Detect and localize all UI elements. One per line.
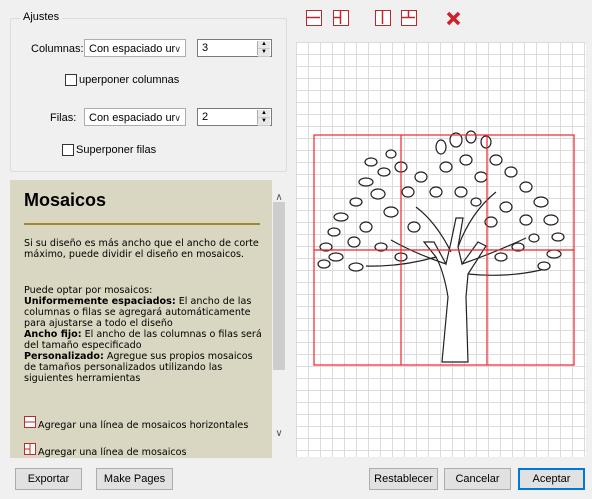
tree-trunk <box>422 217 487 363</box>
help-scrollbar[interactable]: ∧ ∨ <box>272 180 286 458</box>
rows-mode-value: Con espaciado ur <box>89 112 176 124</box>
help-custom: Personalizado: Agregue sus propios mosai… <box>24 351 264 384</box>
horizontal-split-custom-icon[interactable] <box>333 10 349 26</box>
design-canvas[interactable] <box>296 42 586 457</box>
chevron-down-icon: ∨ <box>174 113 181 123</box>
make-pages-button[interactable]: Make Pages <box>96 468 173 490</box>
stepper-up-icon[interactable]: ▲ <box>258 110 270 118</box>
stepper-down-icon[interactable]: ▼ <box>258 49 270 57</box>
rows-mode-select[interactable]: Con espaciado ur ∨ <box>84 108 186 126</box>
columns-mode-value: Con espaciado ur <box>89 43 176 55</box>
delete-tile-icon[interactable] <box>445 10 462 27</box>
help-custom-label: Personalizado: <box>24 351 104 362</box>
stepper-up-icon[interactable]: ▲ <box>258 41 270 49</box>
tree-design <box>317 130 565 363</box>
scroll-thumb[interactable] <box>273 202 285 370</box>
overlap-columns-checkbox[interactable] <box>65 74 77 86</box>
stepper-down-icon[interactable]: ▼ <box>258 118 270 126</box>
vertical-split-custom-icon[interactable] <box>401 10 417 26</box>
overlap-rows-checkbox[interactable] <box>62 144 74 156</box>
vertical-split-icon[interactable] <box>375 10 391 26</box>
columns-stepper-buttons[interactable]: ▲ ▼ <box>257 41 270 57</box>
columns-value: 3 <box>202 42 209 54</box>
help-panel: Mosaicos Si su diseño es más ancho que e… <box>10 180 272 458</box>
help-body: Puede optar por mosaicos: Uniformemente … <box>24 285 264 384</box>
horizontal-split-icon[interactable] <box>306 10 322 26</box>
columns-label: Columnas: <box>31 43 84 55</box>
chevron-down-icon: ∨ <box>174 44 181 54</box>
help-divider <box>24 223 260 225</box>
scroll-down-icon[interactable]: ∨ <box>272 428 286 439</box>
help-options-intro: Puede optar por mosaicos: <box>24 285 153 296</box>
columns-stepper[interactable]: 3 ▲ ▼ <box>197 39 272 57</box>
export-button[interactable]: Exportar <box>15 468 82 490</box>
reset-button[interactable]: Restablecer <box>369 468 438 490</box>
columns-mode-select[interactable]: Con espaciado ur ∨ <box>84 39 186 57</box>
help-intro: Si su diseño es más ancho que el ancho d… <box>24 238 259 260</box>
help-tool-horizontal: Agregar una línea de mosaicos horizontal… <box>38 420 249 431</box>
help-tool-vertical: Agregar una línea de mosaicos <box>38 447 187 458</box>
help-uniform-label: Uniformemente espaciados: <box>24 296 176 307</box>
rows-stepper-buttons[interactable]: ▲ ▼ <box>257 110 270 126</box>
rows-stepper[interactable]: 2 ▲ ▼ <box>197 108 272 126</box>
overlap-columns-label: uperponer columnas <box>79 74 180 86</box>
rows-value: 2 <box>202 111 209 123</box>
rows-label: Filas: <box>50 112 77 124</box>
tiled-design <box>313 130 575 366</box>
help-title: Mosaicos <box>24 190 107 210</box>
help-fixed: Ancho fijo: El ancho de las columnas o f… <box>24 329 264 351</box>
settings-title: Ajustes <box>20 11 63 23</box>
accept-button[interactable]: Aceptar <box>518 468 585 490</box>
overlap-rows-label: Superponer filas <box>76 144 157 156</box>
help-uniform: Uniformemente espaciados: El ancho de la… <box>24 296 264 329</box>
cancel-button[interactable]: Cancelar <box>444 468 511 490</box>
help-fixed-label: Ancho fijo: <box>24 329 82 340</box>
